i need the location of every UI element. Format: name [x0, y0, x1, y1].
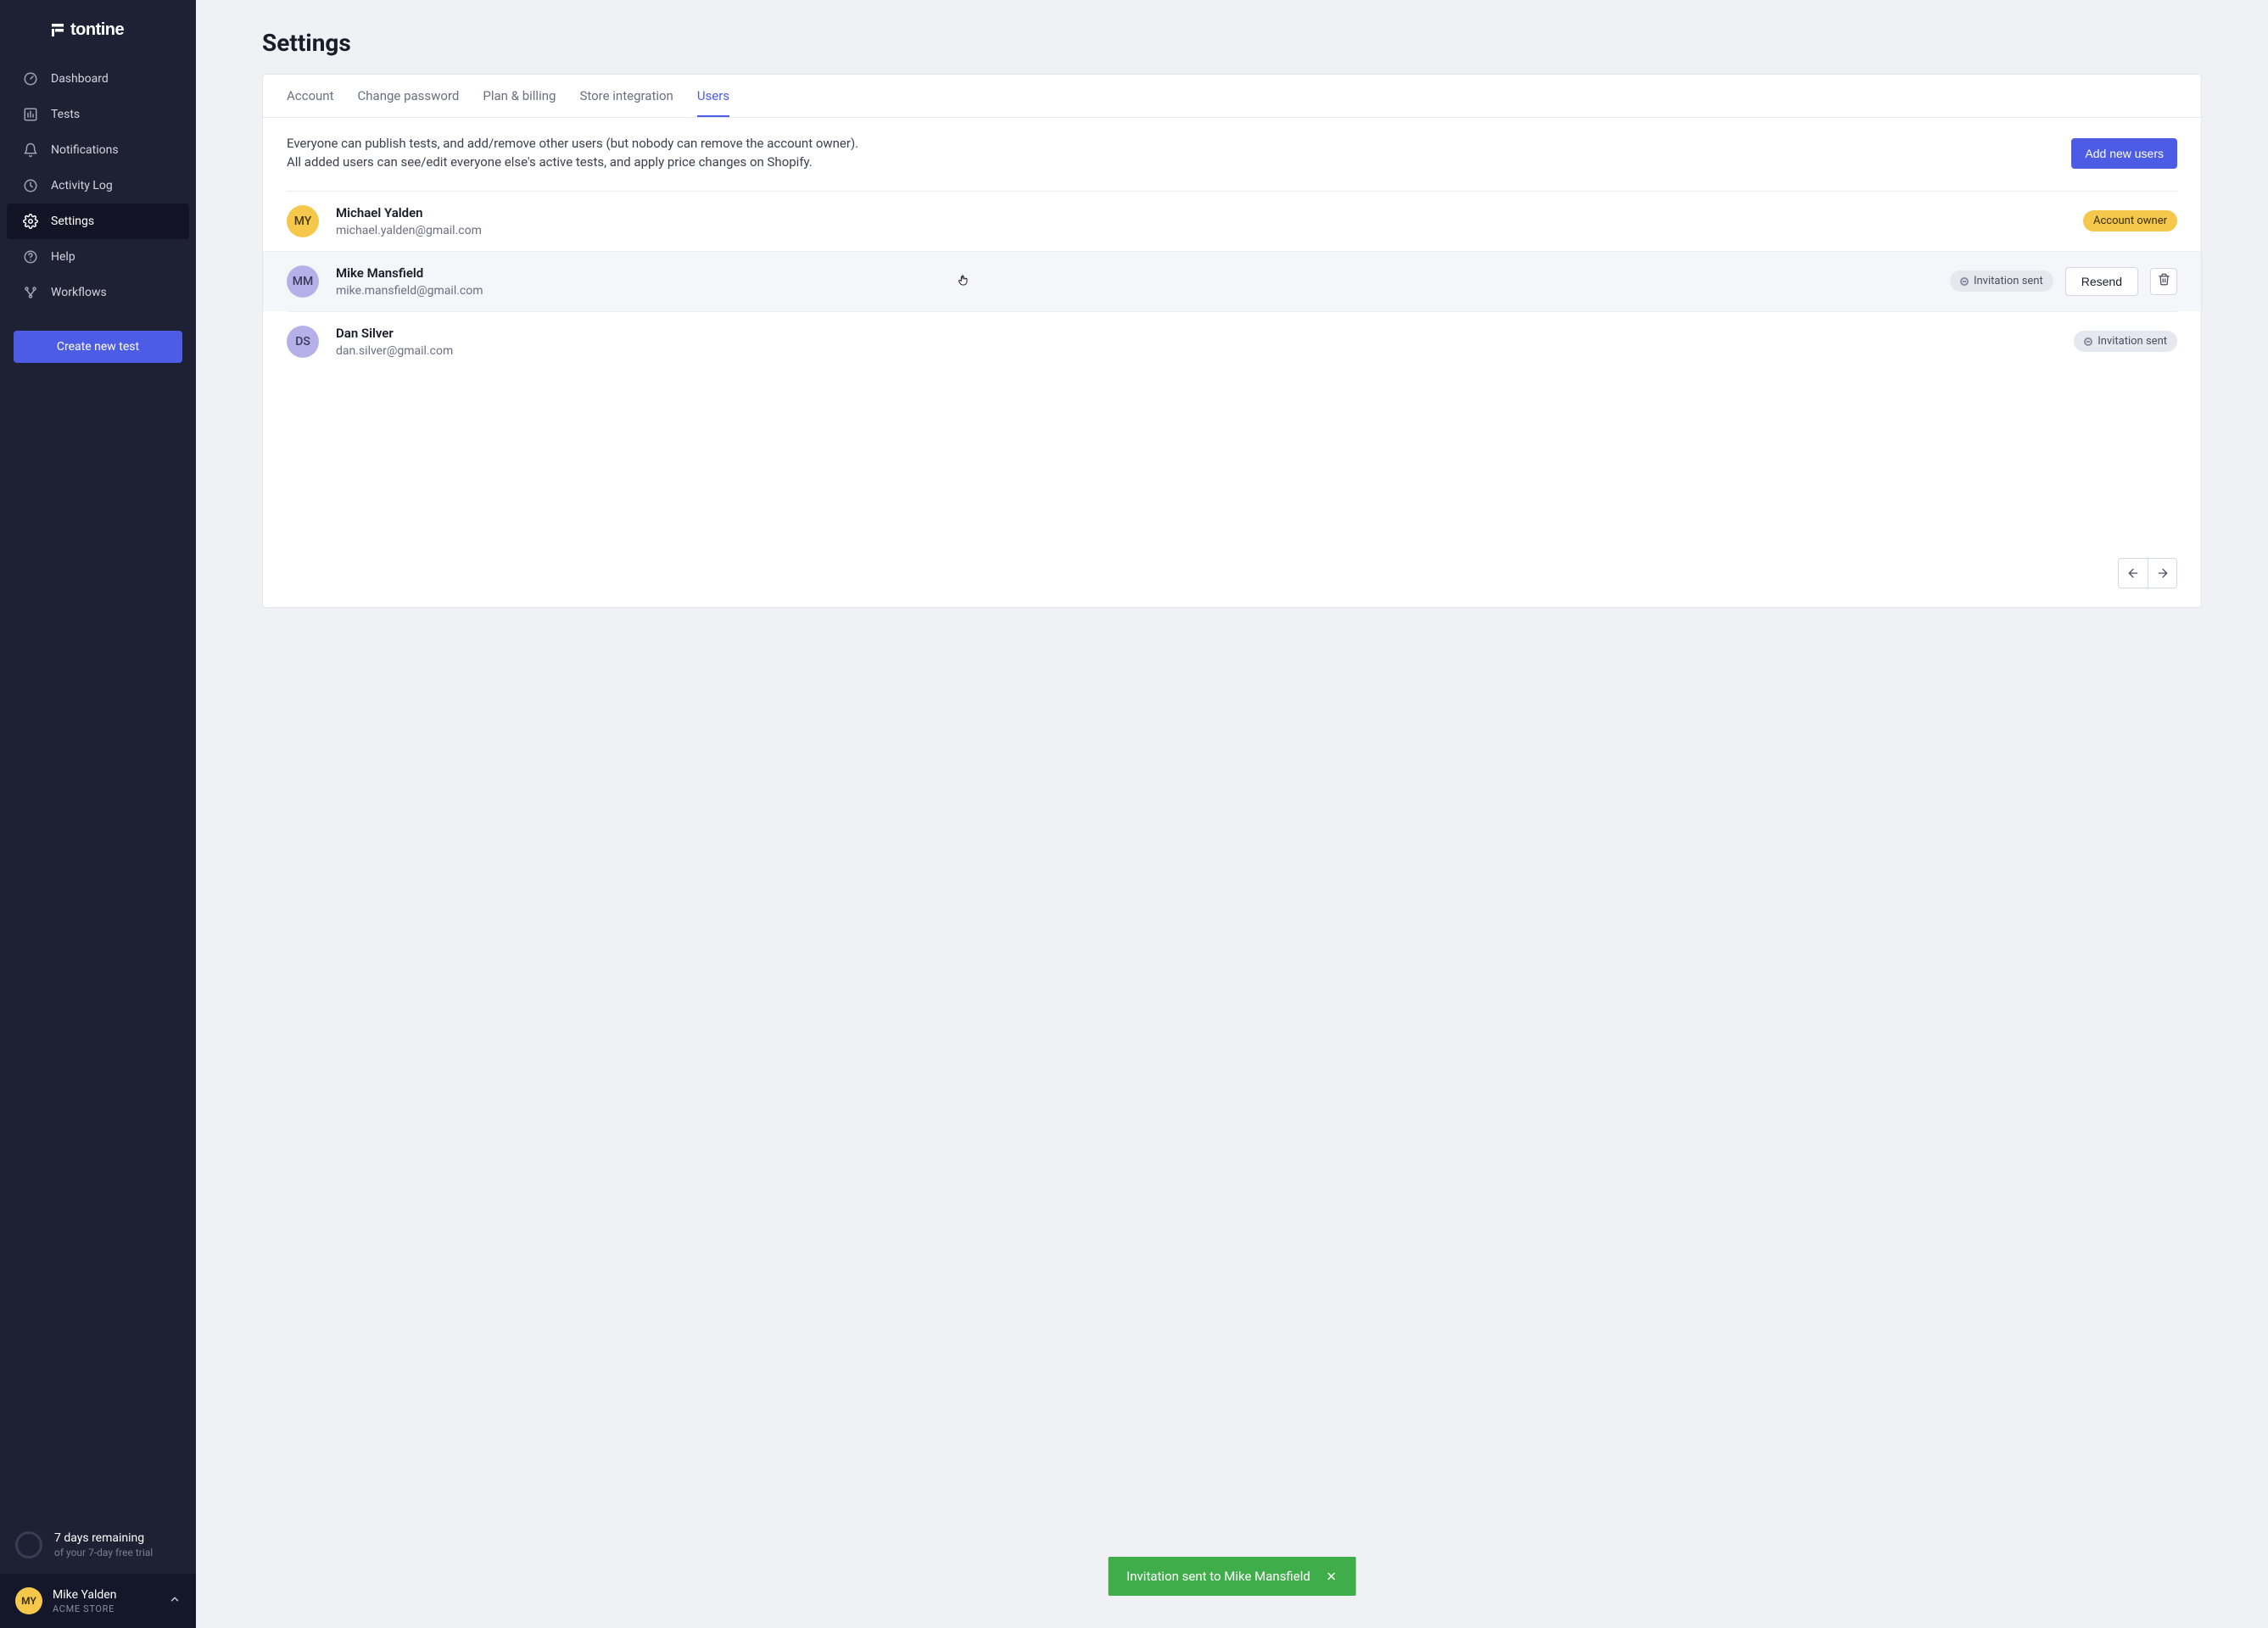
help-icon: [22, 248, 39, 265]
sidebar-item-workflows[interactable]: Workflows: [7, 275, 189, 310]
user-name: Michael Yalden: [336, 205, 482, 220]
tab-plan-billing[interactable]: Plan & billing: [483, 75, 556, 117]
user-row[interactable]: DS Dan Silver dan.silver@gmail.com Invitati…: [287, 311, 2177, 371]
trial-status: 7 days remaining of your 7-day free tria…: [0, 1518, 196, 1574]
user-name: Dan Silver: [336, 326, 453, 341]
pending-icon: [1960, 277, 1969, 286]
settings-card: Account Change password Plan & billing Stor…: [262, 74, 2202, 608]
chevron-up-icon: [169, 1593, 181, 1608]
user-list: MY Michael Yalden michael.yalden@gmail.com…: [263, 191, 2201, 371]
trial-ring-icon: [15, 1531, 42, 1558]
create-test-button[interactable]: Create new test: [14, 331, 182, 363]
owner-badge: Account owner: [2083, 210, 2177, 231]
brand-text: tontine: [70, 20, 125, 39]
sidebar: tontine Dashboard Tests Notifications Activ…: [0, 0, 196, 1628]
settings-tabs: Account Change password Plan & billing Stor…: [263, 75, 2201, 118]
add-users-label: Add new users: [2085, 147, 2164, 160]
pending-icon: [2084, 337, 2092, 346]
user-email: michael.yalden@gmail.com: [336, 224, 482, 237]
invitation-sent-badge: Invitation sent: [2074, 331, 2177, 352]
clock-icon: [22, 177, 39, 194]
user-row[interactable]: MM Mike Mansfield mike.mansfield@gmail.com…: [263, 251, 2201, 311]
sidebar-item-help[interactable]: Help: [7, 239, 189, 275]
tab-change-password[interactable]: Change password: [358, 75, 460, 117]
gear-icon: [22, 213, 39, 230]
users-intro: Everyone can publish tests, and add/remo…: [263, 118, 2201, 191]
add-users-button[interactable]: Add new users: [2071, 138, 2177, 169]
sidebar-item-tests[interactable]: Tests: [7, 97, 189, 132]
toast-close-button[interactable]: [1326, 1570, 1338, 1582]
intro-line1: Everyone can publish tests, and add/remo…: [287, 135, 858, 153]
create-test-label: Create new test: [57, 340, 139, 354]
user-email: mike.mansfield@gmail.com: [336, 284, 483, 298]
user-row[interactable]: MY Michael Yalden michael.yalden@gmail.com…: [287, 191, 2177, 251]
sidebar-item-label: Settings: [51, 215, 94, 228]
sidebar-item-label: Dashboard: [51, 72, 109, 86]
brand-logo[interactable]: tontine: [0, 0, 196, 54]
delete-user-button[interactable]: [2150, 268, 2177, 295]
sidebar-item-label: Tests: [51, 108, 80, 121]
close-icon: [1326, 1570, 1338, 1582]
toast-notification: Invitation sent to Mike Mansfield: [1108, 1557, 1356, 1596]
arrow-left-icon: [2126, 566, 2140, 580]
gauge-icon: [22, 70, 39, 87]
current-user-name: Mike Yalden: [53, 1588, 116, 1602]
pointer-cursor-icon: [957, 272, 970, 291]
sidebar-item-label: Notifications: [51, 143, 119, 157]
tab-store-integration[interactable]: Store integration: [579, 75, 673, 117]
sidebar-item-dashboard[interactable]: Dashboard: [7, 61, 189, 97]
invitation-sent-badge: Invitation sent: [1950, 270, 2053, 292]
pagination: [263, 371, 2201, 607]
bar-chart-icon: [22, 106, 39, 123]
workflow-icon: [22, 284, 39, 301]
sidebar-item-settings[interactable]: Settings: [7, 204, 189, 239]
avatar: MY: [15, 1587, 42, 1614]
trial-line2: of your 7-day free trial: [54, 1547, 153, 1558]
avatar: MY: [287, 205, 319, 237]
next-page-button[interactable]: [2148, 559, 2176, 588]
avatar: MM: [287, 265, 319, 298]
user-name: Mike Mansfield: [336, 265, 483, 281]
sidebar-item-activity-log[interactable]: Activity Log: [7, 168, 189, 204]
sidebar-item-label: Activity Log: [51, 179, 113, 192]
prev-page-button[interactable]: [2119, 559, 2148, 588]
trash-icon: [2158, 273, 2170, 289]
sidebar-item-notifications[interactable]: Notifications: [7, 132, 189, 168]
avatar: DS: [287, 326, 319, 358]
account-switcher[interactable]: MY Mike Yalden ACME STORE: [0, 1574, 196, 1628]
bell-icon: [22, 142, 39, 159]
page-title: Settings: [262, 29, 2202, 57]
tab-users[interactable]: Users: [697, 75, 729, 117]
intro-line2: All added users can see/edit everyone el…: [287, 153, 858, 172]
main-content: Settings Account Change password Plan & bi…: [196, 0, 2268, 1628]
sidebar-item-label: Workflows: [51, 286, 107, 299]
sidebar-item-label: Help: [51, 250, 75, 264]
tab-account[interactable]: Account: [287, 75, 334, 117]
toast-text: Invitation sent to Mike Mansfield: [1126, 1569, 1310, 1584]
current-store: ACME STORE: [53, 1603, 116, 1614]
trial-line1: 7 days remaining: [54, 1531, 153, 1545]
arrow-right-icon: [2156, 566, 2170, 580]
sidebar-nav: Dashboard Tests Notifications Activity Log S…: [0, 61, 196, 310]
resend-button[interactable]: Resend: [2065, 267, 2138, 296]
user-email: dan.silver@gmail.com: [336, 344, 453, 358]
